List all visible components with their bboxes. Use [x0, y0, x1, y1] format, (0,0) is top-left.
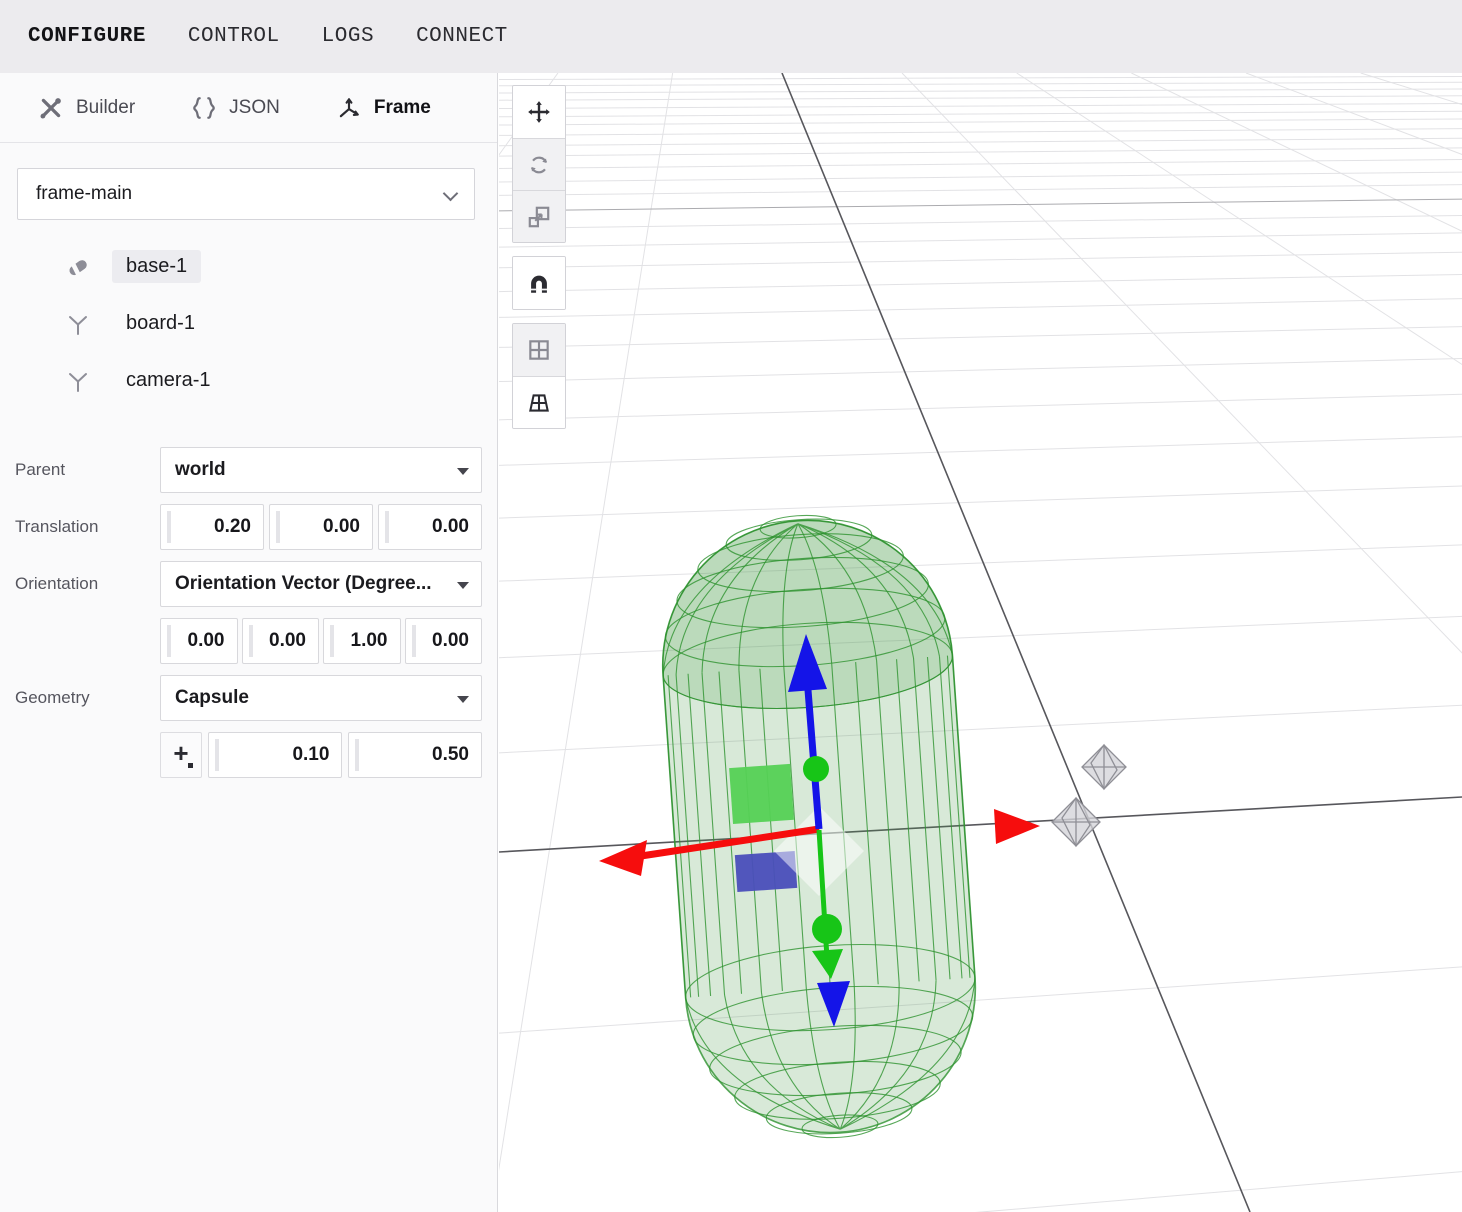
- move-icon: [526, 99, 552, 125]
- tree-item-base-1[interactable]: base-1: [0, 238, 497, 295]
- perspective-grid-icon: [526, 390, 552, 416]
- grid-plane-button[interactable]: [513, 324, 565, 376]
- translation-z-input[interactable]: [379, 505, 481, 549]
- geometry-select-value: Capsule: [175, 687, 249, 709]
- orientation-label: Orientation: [15, 574, 160, 594]
- geometry-length-input[interactable]: [349, 733, 481, 777]
- y-axis-dot-handle[interactable]: [803, 756, 829, 782]
- octahedron-marker[interactable]: [1082, 745, 1126, 789]
- octahedron-marker[interactable]: [1052, 798, 1100, 846]
- parent-select[interactable]: world: [160, 447, 482, 493]
- move-tool-button[interactable]: [513, 86, 565, 138]
- tree-item-label: camera-1: [112, 364, 224, 397]
- tab-builder-label: Builder: [76, 97, 135, 119]
- parent-label: Parent: [15, 460, 160, 480]
- tab-json-label: JSON: [229, 97, 280, 119]
- add-geometry-button[interactable]: +: [160, 732, 202, 778]
- grid-icon: [526, 337, 552, 363]
- frame-select[interactable]: frame-main: [17, 168, 475, 220]
- parent-select-value: world: [175, 459, 226, 481]
- nav-control[interactable]: CONTROL: [188, 25, 280, 48]
- orientation-z-input[interactable]: [324, 619, 400, 663]
- mode-tabs: Builder JSON Frame: [0, 73, 497, 143]
- triangle-down-icon: [457, 582, 469, 589]
- nav-connect[interactable]: CONNECT: [416, 25, 508, 48]
- viewport-toolbar: [512, 85, 566, 442]
- tools-icon: [38, 95, 64, 121]
- tree-item-label: base-1: [112, 250, 201, 283]
- geometry-select[interactable]: Capsule: [160, 675, 482, 721]
- orientation-type-value: Orientation Vector (Degree...: [175, 573, 432, 595]
- translation-y-input[interactable]: [270, 505, 372, 549]
- braces-icon: [191, 95, 217, 121]
- orientation-th-input[interactable]: [406, 619, 482, 663]
- grid-perspective-button[interactable]: [513, 376, 565, 428]
- snap-magnet-button[interactable]: [513, 257, 565, 309]
- triangle-down-icon: [457, 696, 469, 703]
- translation-label: Translation: [15, 517, 160, 537]
- x-axis-pos-arrow[interactable]: [994, 809, 1040, 844]
- scale-icon: [526, 204, 552, 230]
- grid-lines: [499, 73, 1462, 1212]
- geometry-radius-input[interactable]: [209, 733, 342, 777]
- frame-axis-icon: [66, 369, 90, 393]
- scene-viewport[interactable]: [499, 73, 1462, 1212]
- scene-canvas: [499, 73, 1462, 1212]
- orientation-type-select[interactable]: Orientation Vector (Degree...: [160, 561, 482, 607]
- translation-x-input[interactable]: [161, 505, 263, 549]
- geometry-label: Geometry: [15, 688, 160, 708]
- top-nav: CONFIGURE CONTROL LOGS CONNECT: [0, 0, 1462, 73]
- y-axis-sphere[interactable]: [812, 914, 842, 944]
- scale-tool-button[interactable]: [513, 190, 565, 242]
- nav-logs[interactable]: LOGS: [322, 25, 374, 48]
- triangle-down-icon: [457, 468, 469, 475]
- frame-form: Parent world Translation Orientation Ori…: [0, 447, 497, 778]
- chevron-down-icon: [443, 186, 459, 202]
- component-tree: base-1 board-1 camera-1: [0, 238, 497, 409]
- tab-frame-label: Frame: [374, 97, 431, 119]
- rotate-tool-button[interactable]: [513, 138, 565, 190]
- nav-configure[interactable]: CONFIGURE: [28, 25, 146, 48]
- frame-axis-icon: [336, 95, 362, 121]
- tab-json[interactable]: JSON: [191, 95, 280, 121]
- tab-builder[interactable]: Builder: [38, 95, 135, 121]
- config-sidebar: Builder JSON Frame frame-main: [0, 73, 498, 1212]
- frame-select-value: frame-main: [36, 183, 132, 205]
- tab-frame[interactable]: Frame: [336, 95, 431, 121]
- tree-item-label: board-1: [112, 307, 209, 340]
- orientation-y-input[interactable]: [243, 619, 319, 663]
- origin-markers: [1052, 745, 1126, 846]
- plus-dot-icon: +: [173, 738, 188, 768]
- tree-item-camera-1[interactable]: camera-1: [0, 352, 497, 409]
- capsule-icon: [66, 255, 90, 279]
- green-frame-marker[interactable]: [729, 764, 794, 824]
- frame-axis-icon: [66, 312, 90, 336]
- magnet-icon: [526, 270, 552, 296]
- orientation-x-input[interactable]: [161, 619, 237, 663]
- tree-item-board-1[interactable]: board-1: [0, 295, 497, 352]
- rotate-icon: [526, 152, 552, 178]
